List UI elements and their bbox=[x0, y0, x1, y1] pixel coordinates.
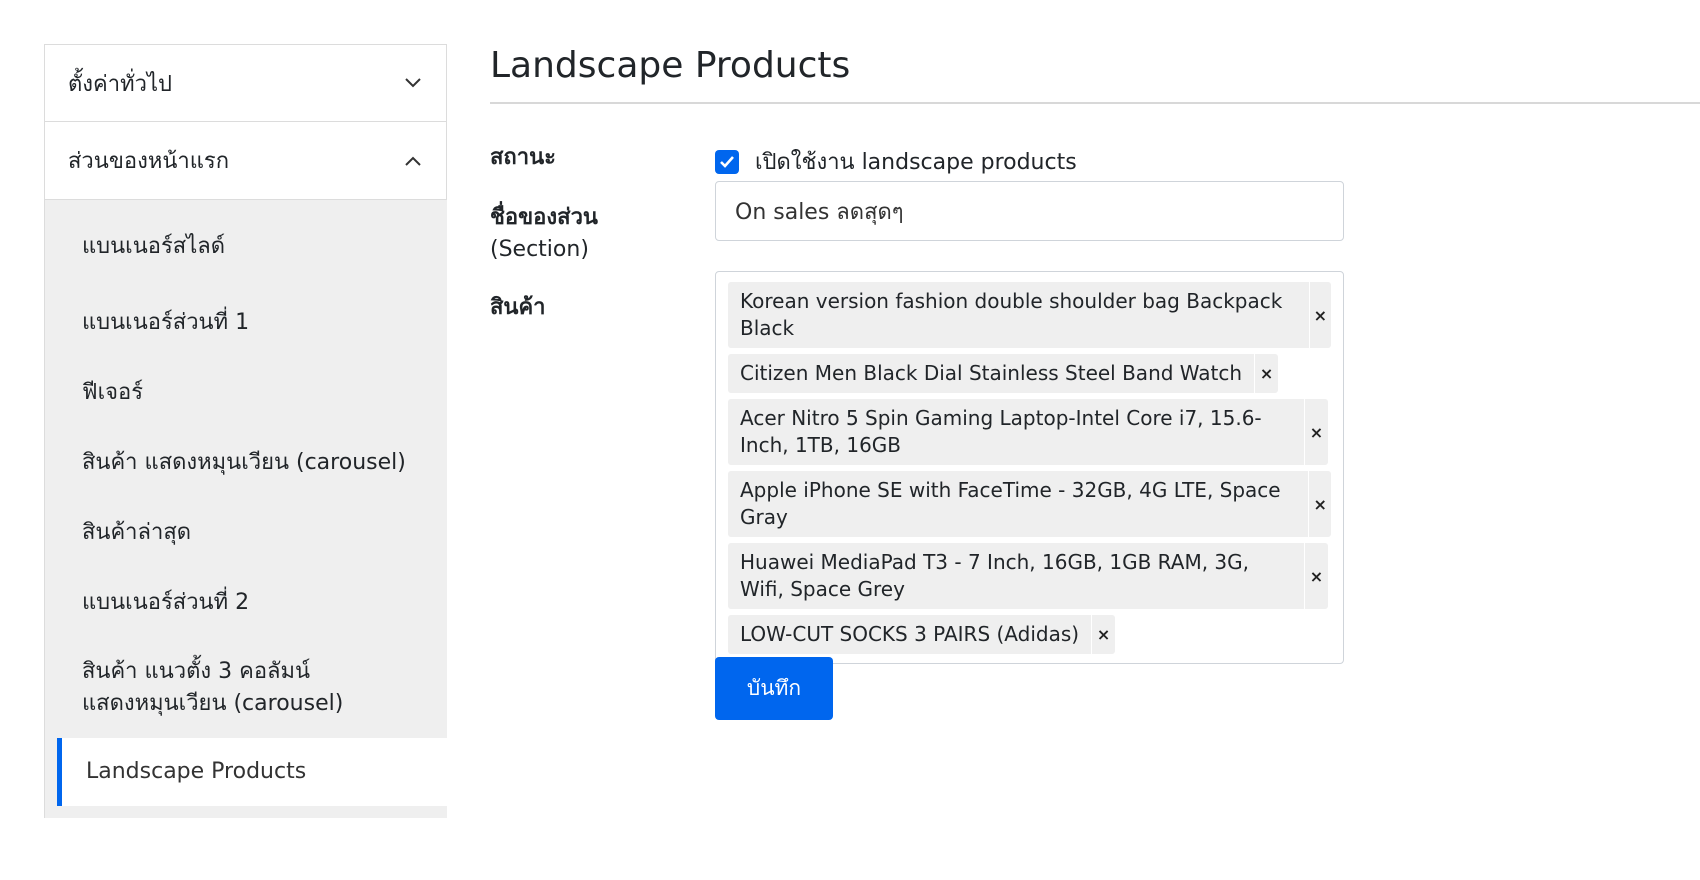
remove-tag-icon[interactable]: × bbox=[1091, 615, 1115, 654]
product-tag: Acer Nitro 5 Spin Gaming Laptop-Intel Co… bbox=[728, 399, 1328, 465]
accordion-label: ส่วนของหน้าแรก bbox=[68, 149, 230, 174]
sidebar-item-label: สินค้า แนวตั้ง 3 คอลัมน์ แสดงหมุนเวียน (… bbox=[82, 659, 344, 716]
checkmark-icon bbox=[720, 155, 734, 168]
product-tag: Apple iPhone SE with FaceTime - 32GB, 4G… bbox=[728, 471, 1331, 537]
sidebar-item-label: ฟีเจอร์ bbox=[82, 380, 144, 405]
sidebar-item-label: แบนเนอร์สไลด์ bbox=[82, 234, 226, 259]
main-content: Landscape Products สถานะ เปิดใช้งาน land… bbox=[490, 44, 1700, 720]
sidebar-item-label: แบนเนอร์ส่วนที่ 1 bbox=[82, 310, 250, 335]
section-name-label-main: ชื่อของส่วน bbox=[490, 205, 598, 230]
accordion-homepage-sections[interactable]: ส่วนของหน้าแรก bbox=[44, 122, 447, 200]
remove-tag-icon[interactable]: × bbox=[1308, 282, 1331, 348]
chevron-down-icon bbox=[402, 72, 424, 94]
products-multiselect[interactable]: Korean version fashion double shoulder b… bbox=[715, 271, 1344, 664]
sidebar-item-banner-slide[interactable]: แบนเนอร์สไลด์ bbox=[45, 200, 447, 288]
settings-sidebar: ตั้งค่าทั่วไป ส่วนของหน้าแรก แบนเนอร์สไล… bbox=[44, 44, 447, 818]
enable-landscape-toggle[interactable]: เปิดใช้งาน landscape products bbox=[715, 144, 1077, 179]
product-tag-label: Korean version fashion double shoulder b… bbox=[740, 289, 1283, 340]
sidebar-item-vertical-carousel[interactable]: สินค้า แนวตั้ง 3 คอลัมน์ แสดงหมุนเวียน (… bbox=[45, 638, 447, 738]
remove-tag-icon[interactable]: × bbox=[1254, 354, 1278, 393]
page-title: Landscape Products bbox=[490, 45, 851, 86]
product-tag-label: LOW-CUT SOCKS 3 PAIRS (Adidas) bbox=[740, 622, 1080, 646]
product-tag: LOW-CUT SOCKS 3 PAIRS (Adidas) × bbox=[728, 615, 1116, 654]
product-tag: Korean version fashion double shoulder b… bbox=[728, 282, 1331, 348]
product-tag-label: Citizen Men Black Dial Stainless Steel B… bbox=[740, 361, 1243, 385]
sidebar-item-landscape-products[interactable]: Landscape Products bbox=[57, 738, 447, 806]
save-button[interactable]: บันทึก bbox=[715, 657, 833, 720]
products-label: สินค้า bbox=[490, 295, 546, 320]
accordion-general-settings[interactable]: ตั้งค่าทั่วไป bbox=[44, 44, 447, 122]
sidebar-item-features[interactable]: ฟีเจอร์ bbox=[45, 358, 447, 428]
chevron-up-icon bbox=[402, 150, 424, 172]
enable-checkbox-label: เปิดใช้งาน landscape products bbox=[755, 150, 1077, 175]
section-name-label-sub: (Section) bbox=[490, 237, 589, 262]
section-name-label: ชื่อของส่วน (Section) bbox=[490, 202, 598, 266]
sidebar-item-label: แบนเนอร์ส่วนที่ 2 bbox=[82, 590, 250, 615]
status-label: สถานะ bbox=[490, 145, 556, 170]
product-tag-label: Acer Nitro 5 Spin Gaming Laptop-Intel Co… bbox=[740, 406, 1262, 457]
remove-tag-icon[interactable]: × bbox=[1304, 399, 1328, 465]
sidebar-item-latest-products[interactable]: สินค้าล่าสุด bbox=[45, 498, 447, 568]
sidebar-bottom-spacer bbox=[45, 806, 447, 818]
accordion-label: ตั้งค่าทั่วไป bbox=[68, 71, 172, 97]
sidebar-item-label: Landscape Products bbox=[86, 759, 307, 784]
homepage-sections-list: แบนเนอร์สไลด์ แบนเนอร์ส่วนที่ 1 ฟีเจอร์ … bbox=[44, 200, 447, 818]
sidebar-item-label: สินค้า แสดงหมุนเวียน (carousel) bbox=[82, 450, 406, 475]
remove-tag-icon[interactable]: × bbox=[1304, 543, 1328, 609]
enable-checkbox[interactable] bbox=[715, 149, 739, 174]
sidebar-item-label: สินค้าล่าสุด bbox=[82, 520, 192, 545]
sidebar-item-banner-section-1[interactable]: แบนเนอร์ส่วนที่ 1 bbox=[45, 288, 447, 358]
sidebar-item-banner-section-2[interactable]: แบนเนอร์ส่วนที่ 2 bbox=[45, 568, 447, 638]
title-divider bbox=[490, 102, 1700, 104]
remove-tag-icon[interactable]: × bbox=[1308, 471, 1331, 537]
section-name-input[interactable]: On sales ลดสุดๆ bbox=[715, 181, 1344, 241]
sidebar-item-carousel-products[interactable]: สินค้า แสดงหมุนเวียน (carousel) bbox=[45, 428, 447, 498]
product-tag-label: Apple iPhone SE with FaceTime - 32GB, 4G… bbox=[740, 478, 1281, 529]
product-tag-label: Huawei MediaPad T3 - 7 Inch, 16GB, 1GB R… bbox=[740, 550, 1250, 601]
product-tag: Citizen Men Black Dial Stainless Steel B… bbox=[728, 354, 1279, 393]
product-tag: Huawei MediaPad T3 - 7 Inch, 16GB, 1GB R… bbox=[728, 543, 1328, 609]
